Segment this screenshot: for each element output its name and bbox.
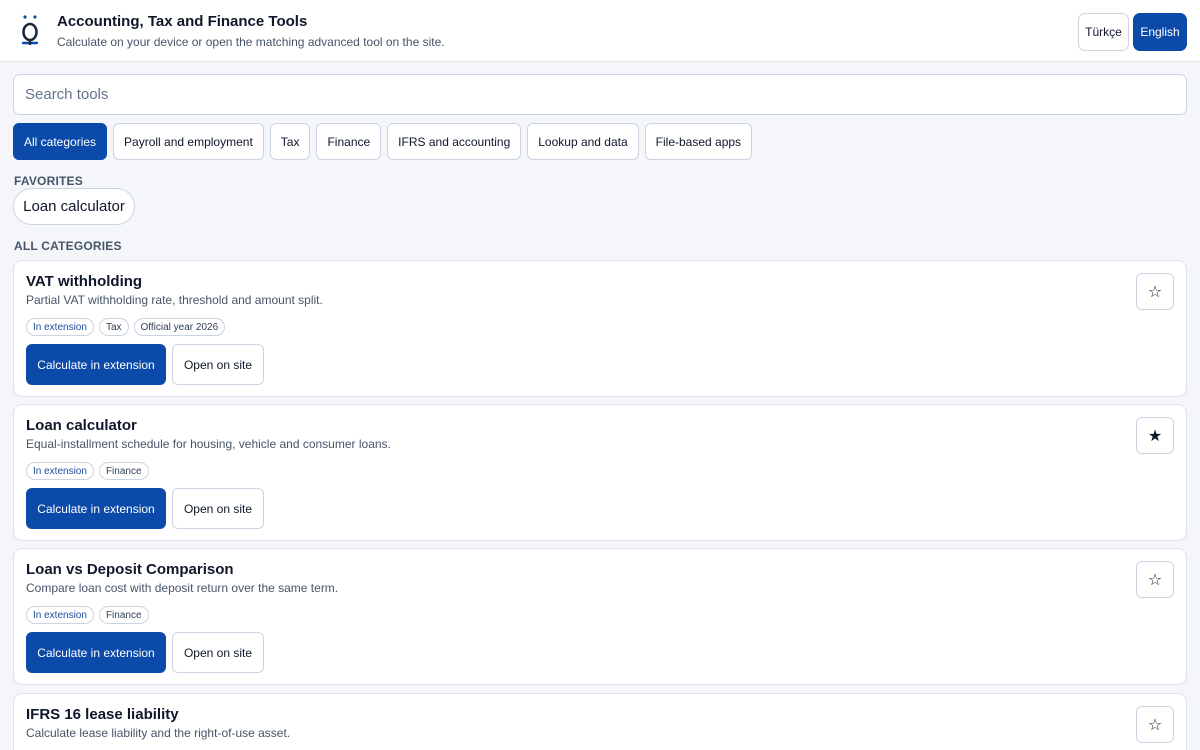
favorites-heading: FAVORITES — [14, 174, 83, 188]
language-button-turkish[interactable]: Türkçe — [1078, 13, 1129, 51]
tag-category: Finance — [98, 462, 149, 480]
tag-official-year: Official year 2026 — [133, 318, 226, 336]
tool-tags: In extension Finance — [26, 606, 149, 624]
favorite-star-icon[interactable]: ★ — [1136, 417, 1174, 454]
category-chip-file-apps[interactable]: File-based apps — [644, 123, 753, 160]
app-logo-icon — [21, 15, 39, 45]
tool-title: Loan vs Deposit Comparison — [26, 561, 234, 578]
open-on-site-button[interactable]: Open on site — [172, 632, 264, 673]
category-chip-all[interactable]: All categories — [13, 123, 108, 160]
tool-title: Loan calculator — [26, 417, 137, 434]
calculate-in-extension-button[interactable]: Calculate in extension — [26, 488, 166, 529]
tool-card: IFRS 16 lease liability Calculate lease … — [13, 693, 1187, 750]
app-header: Accounting, Tax and Finance Tools Calcul… — [0, 0, 1200, 62]
category-chip-ifrs[interactable]: IFRS and accounting — [387, 123, 522, 160]
tool-tags: In extension Tax Official year 2026 — [26, 318, 226, 336]
category-chip-lookup[interactable]: Lookup and data — [527, 123, 639, 160]
language-button-english[interactable]: English — [1133, 13, 1187, 51]
tag-category: Finance — [98, 606, 149, 624]
tag-in-extension: In extension — [26, 606, 94, 624]
tool-title: IFRS 16 lease liability — [26, 706, 179, 723]
all-categories-heading: ALL CATEGORIES — [14, 239, 122, 253]
favorite-star-icon[interactable]: ☆ — [1136, 706, 1174, 743]
category-chip-finance[interactable]: Finance — [316, 123, 382, 160]
app-subtitle: Calculate on your device or open the mat… — [57, 35, 445, 49]
tool-title: VAT withholding — [26, 273, 143, 290]
favorite-star-icon[interactable]: ☆ — [1136, 561, 1174, 598]
tool-description: Partial VAT withholding rate, threshold … — [26, 293, 323, 307]
tool-card: VAT withholding Partial VAT withholding … — [13, 260, 1187, 397]
open-on-site-button[interactable]: Open on site — [172, 488, 264, 529]
category-chip-tax[interactable]: Tax — [269, 123, 311, 160]
tool-card: Loan calculator Equal-installment schedu… — [13, 404, 1187, 541]
tool-description: Compare loan cost with deposit return ov… — [26, 581, 339, 595]
search-input[interactable] — [13, 74, 1187, 115]
category-chip-payroll[interactable]: Payroll and employment — [113, 123, 264, 160]
category-filter-bar: All categories Payroll and employment Ta… — [13, 123, 753, 160]
tool-description: Calculate lease liability and the right-… — [26, 726, 291, 740]
tool-tags: In extension Finance — [26, 462, 149, 480]
tool-description: Equal-installment schedule for housing, … — [26, 437, 391, 451]
calculate-in-extension-button[interactable]: Calculate in extension — [26, 344, 166, 385]
tool-card: Loan vs Deposit Comparison Compare loan … — [13, 548, 1187, 685]
favorite-item[interactable]: Loan calculator — [13, 188, 135, 225]
app-title: Accounting, Tax and Finance Tools — [57, 13, 308, 30]
tag-category: Tax — [98, 318, 129, 336]
tag-in-extension: In extension — [26, 318, 94, 336]
calculate-in-extension-button[interactable]: Calculate in extension — [26, 632, 166, 673]
open-on-site-button[interactable]: Open on site — [172, 344, 264, 385]
tag-in-extension: In extension — [26, 462, 94, 480]
favorite-star-icon[interactable]: ☆ — [1136, 273, 1174, 310]
